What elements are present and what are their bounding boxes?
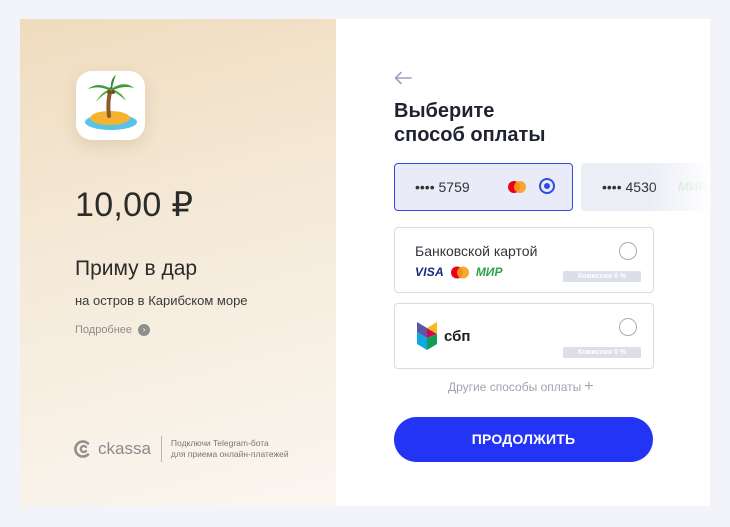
brand-promo[interactable]: Подключи Telegram-бота для приема онлайн… (171, 438, 289, 460)
saved-card-4530[interactable]: •••• 4530 МИР (581, 163, 710, 211)
more-info-label: Подробнее (75, 324, 133, 336)
merchant-panel: 10,00 ₽ Приму в дар на остров в Карибско… (20, 19, 336, 506)
continue-button[interactable]: ПРОДОЛЖИТЬ (394, 417, 653, 462)
brand-promo-line1: Подключи Telegram-бота (170, 438, 269, 448)
brand-promo-line2: для приема онлайн-платежей (170, 449, 289, 459)
brand-footer: ckassa Подключи Telegram-бота для приема… (74, 436, 289, 462)
method-sbp[interactable]: сбп Комиссия 0 % (394, 303, 654, 369)
page-title: Выберите способ оплаты (394, 99, 614, 147)
mastercard-icon (508, 181, 526, 193)
chevron-right-icon: › (138, 324, 151, 336)
brand-divider (160, 436, 162, 462)
commission-badge: Комиссия 0 % (563, 347, 641, 358)
plus-icon: + (584, 378, 594, 395)
ckassa-logo-icon (74, 440, 90, 458)
method-bank-card[interactable]: Банковской картой VISA МИР Комиссия 0 % (394, 227, 654, 293)
mastercard-icon (450, 266, 469, 278)
sbp-label: сбп (444, 327, 471, 345)
page-title-line2: способ оплаты (394, 124, 546, 146)
sbp-logo: сбп (415, 320, 470, 352)
payment-amount: 10,00 ₽ (75, 186, 194, 224)
saved-card-5759[interactable]: •••• 5759 (394, 163, 573, 211)
ckassa-logo[interactable]: ckassa (74, 439, 151, 459)
radio-unselected-icon[interactable] (619, 242, 637, 260)
payment-card: 10,00 ₽ Приму в дар на остров в Карибско… (20, 19, 710, 506)
method-label: Банковской картой (415, 243, 538, 259)
palm-island-icon (76, 71, 145, 140)
other-payment-methods-link[interactable]: Другие способы оплаты + (448, 378, 594, 395)
card-brand-logos: VISA МИР (415, 265, 502, 279)
other-methods-label: Другие способы оплаты (448, 380, 582, 394)
commission-badge: Комиссия 0 % (563, 271, 641, 282)
payment-panel: Выберите способ оплаты •••• 5759 •••• 45… (336, 19, 710, 506)
visa-logo: VISA (415, 265, 444, 279)
mir-logo: МИР (475, 265, 503, 279)
back-arrow-icon[interactable] (394, 71, 412, 85)
mir-logo: МИР (678, 179, 707, 194)
page-title-line1: Выберите (394, 100, 495, 122)
sbp-icon (417, 322, 437, 350)
radio-unselected-icon[interactable] (619, 318, 637, 336)
radio-selected-icon[interactable] (539, 178, 555, 194)
product-title: Приму в дар (75, 257, 198, 280)
saved-card-number: •••• 4530 (602, 179, 657, 195)
product-description: на остров в Карибском море (75, 293, 248, 308)
brand-name: ckassa (98, 439, 151, 458)
more-info-link[interactable]: Подробнее › (75, 324, 151, 336)
saved-card-number: •••• 5759 (415, 179, 470, 195)
